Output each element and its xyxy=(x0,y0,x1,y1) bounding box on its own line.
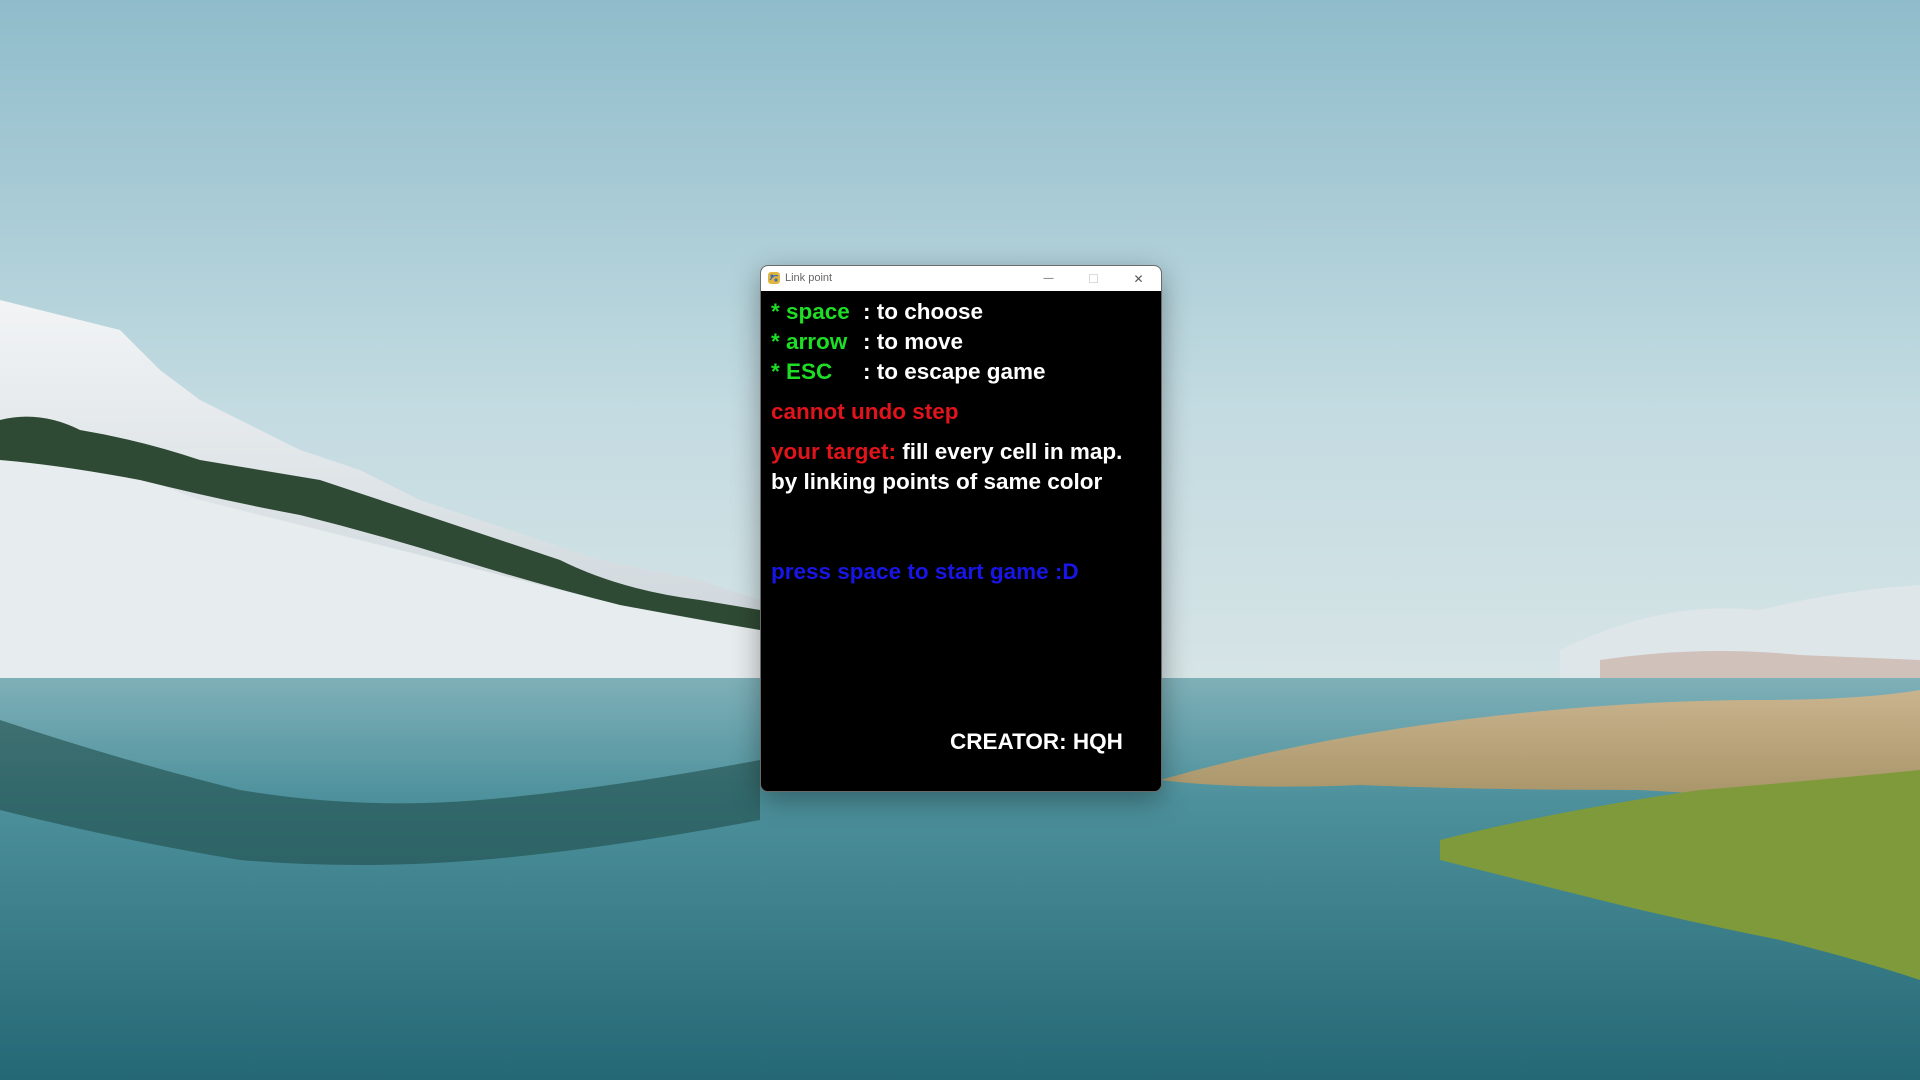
control-desc-arrow: : to move xyxy=(863,329,964,354)
maximize-icon: ☐ xyxy=(1088,271,1099,286)
control-key-arrow: * arrow xyxy=(771,329,848,354)
control-desc-esc: : to escape game xyxy=(863,359,1046,384)
control-line-space: * space : to choose xyxy=(771,299,983,324)
minimize-icon: — xyxy=(1043,273,1054,284)
control-line-arrow: * arrow : to move xyxy=(771,329,963,354)
creator-credit: CREATOR: HQH xyxy=(950,729,1123,754)
target-line: your target: fill every cell in map. xyxy=(771,439,1123,464)
maximize-button[interactable]: ☐ xyxy=(1071,266,1116,291)
target-label: your target: xyxy=(771,439,897,464)
control-key-esc: * ESC xyxy=(771,359,833,384)
target-line-2: by linking points of same color xyxy=(771,469,1103,494)
game-canvas[interactable]: * space : to choose * arrow : to move * … xyxy=(761,291,1161,791)
target-text: fill every cell in map. xyxy=(902,439,1123,464)
minimize-button[interactable]: — xyxy=(1026,266,1071,291)
control-line-esc: * ESC : to escape game xyxy=(771,359,1046,384)
python-snake-icon xyxy=(767,271,781,285)
close-button[interactable]: ✕ xyxy=(1116,266,1161,291)
window-title: Link point xyxy=(785,272,833,284)
start-prompt: press space to start game :D xyxy=(771,559,1079,584)
game-window: Link point — ☐ ✕ * space : to choose * a… xyxy=(760,265,1162,792)
control-key-space: * space xyxy=(771,299,850,324)
title-bar[interactable]: Link point — ☐ ✕ xyxy=(761,266,1161,291)
control-desc-space: : to choose xyxy=(863,299,984,324)
warning-text: cannot undo step xyxy=(771,399,959,424)
close-icon: ✕ xyxy=(1133,271,1144,286)
